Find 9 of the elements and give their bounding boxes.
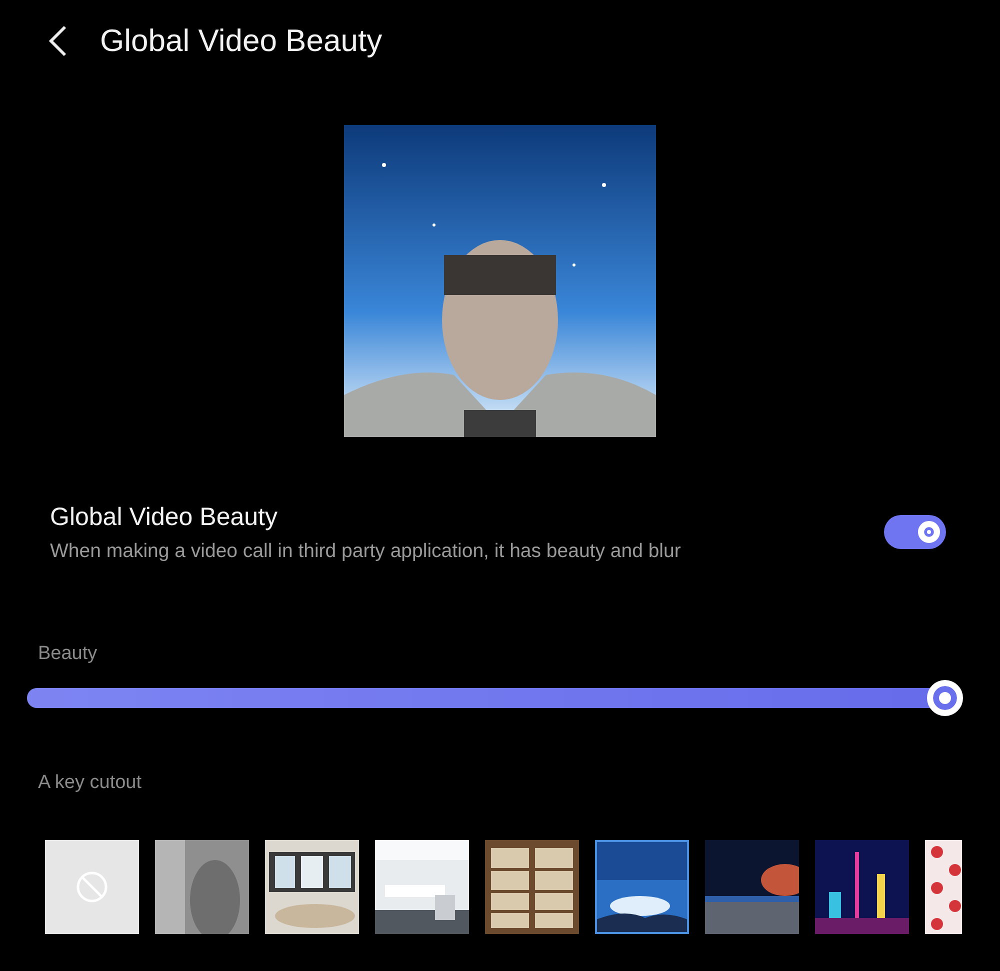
beauty-slider[interactable] (27, 680, 963, 716)
no-background-icon (75, 870, 109, 904)
toggle-switch[interactable] (884, 515, 946, 549)
setting-title: Global Video Beauty (50, 503, 278, 532)
page-title: Global Video Beauty (100, 23, 382, 59)
slider-label: Beauty (38, 643, 98, 665)
slider-thumb[interactable] (927, 680, 963, 716)
setting-description: When making a video call in third party application, it has beauty and blur (50, 540, 681, 563)
section-label: A key cutout (38, 772, 142, 794)
